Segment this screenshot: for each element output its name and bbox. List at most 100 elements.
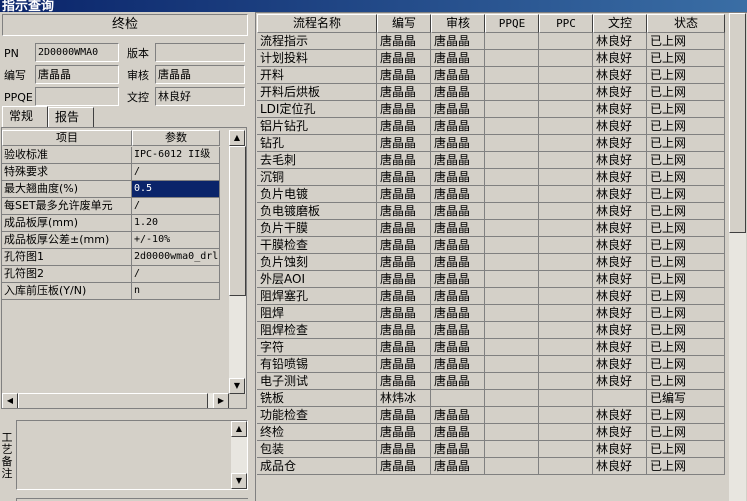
cell-ppqe <box>485 271 539 288</box>
table-row[interactable]: 负电镀磨板 唐晶晶 唐晶晶 林良好 已上网 <box>257 203 725 220</box>
header-status[interactable]: 状态 <box>647 14 725 33</box>
review-label: 审核 <box>127 69 149 82</box>
cell-status: 已上网 <box>647 339 725 356</box>
parameter-item: 成品板厚(mm) <box>2 215 132 232</box>
process-remark-box[interactable]: ▲ ▼ <box>16 420 248 490</box>
cell-status: 已上网 <box>647 356 725 373</box>
grid-horizontal-scrollbar[interactable]: ◀ ▶ <box>2 393 229 408</box>
parameter-value[interactable]: / <box>132 164 220 181</box>
cell-ppc <box>539 305 593 322</box>
table-vertical-scrollbar[interactable] <box>729 13 746 501</box>
cell-ppc <box>539 356 593 373</box>
table-row[interactable]: 外层AOI 唐晶晶 唐晶晶 林良好 已上网 <box>257 271 725 288</box>
table-row[interactable]: 开料后烘板 唐晶晶 唐晶晶 林良好 已上网 <box>257 84 725 101</box>
header-reviewer[interactable]: 审核 <box>431 14 485 33</box>
table-row[interactable]: 电子测试 唐晶晶 唐晶晶 林良好 已上网 <box>257 373 725 390</box>
table-row[interactable]: 阻焊检查 唐晶晶 唐晶晶 林良好 已上网 <box>257 322 725 339</box>
grid-vertical-scrollbar[interactable]: ▲ ▼ <box>229 130 246 394</box>
scroll-up-icon[interactable]: ▲ <box>229 130 245 146</box>
scroll-thumb[interactable] <box>229 146 246 296</box>
cell-ppqe <box>485 152 539 169</box>
doc-control-field[interactable]: 林良好 <box>155 87 245 106</box>
cell-ppqe <box>485 118 539 135</box>
tab-general[interactable]: 常规 <box>2 106 48 127</box>
cell-reviewer: 唐晶晶 <box>431 339 485 356</box>
version-field[interactable] <box>155 43 245 62</box>
author-field[interactable]: 唐晶晶 <box>35 65 119 84</box>
left-panel: 终检 PN 2D0000WMA0 版本 编写 唐晶晶 审核 唐晶晶 PPQE 文… <box>0 12 250 501</box>
parameter-row[interactable]: 孔符图2/ <box>2 266 220 283</box>
parameter-item: 验收标准 <box>2 147 132 164</box>
parameter-value[interactable]: / <box>132 198 220 215</box>
parameter-row[interactable]: 入库前压板(Y/N) n <box>2 283 220 300</box>
table-row[interactable]: 铣板 林炜冰 已编写 <box>257 390 725 407</box>
hscroll-thumb[interactable] <box>18 393 208 408</box>
remark-scroll-up-icon[interactable]: ▲ <box>231 421 247 437</box>
parameter-value[interactable]: 2d0000wma0_drl <box>132 249 220 266</box>
table-row[interactable]: 铝片钻孔 唐晶晶 唐晶晶 林良好 已上网 <box>257 118 725 135</box>
header-ppqe[interactable]: PPQE <box>485 14 539 33</box>
pn-field[interactable]: 2D0000WMA0 <box>35 43 119 62</box>
table-row[interactable]: 开料 唐晶晶 唐晶晶 林良好 已上网 <box>257 67 725 84</box>
parameter-row[interactable]: 成品板厚公差±(mm) +/-10% <box>2 232 220 249</box>
grid-header: 项目 参数 <box>2 130 220 146</box>
table-row[interactable]: 去毛刺 唐晶晶 唐晶晶 林良好 已上网 <box>257 152 725 169</box>
cell-process-name: 成品仓 <box>257 458 377 475</box>
parameter-value[interactable]: 1.20 <box>132 215 220 232</box>
table-row[interactable]: 功能检查 唐晶晶 唐晶晶 林良好 已上网 <box>257 407 725 424</box>
ppqe-field[interactable] <box>35 87 119 106</box>
scroll-right-icon[interactable]: ▶ <box>213 393 229 408</box>
remark-scroll-down-icon[interactable]: ▼ <box>231 473 247 489</box>
table-row[interactable]: 有铅喷锡 唐晶晶 唐晶晶 林良好 已上网 <box>257 356 725 373</box>
header-value[interactable]: 参数 <box>132 130 220 146</box>
parameter-value[interactable]: IPC-6012 II级 <box>132 147 220 164</box>
tab-report[interactable]: 报告 <box>48 107 94 127</box>
table-row[interactable]: 干膜检查 唐晶晶 唐晶晶 林良好 已上网 <box>257 237 725 254</box>
cell-ppc <box>539 203 593 220</box>
table-row[interactable]: 负片干膜 唐晶晶 唐晶晶 林良好 已上网 <box>257 220 725 237</box>
table-row[interactable]: 终检 唐晶晶 唐晶晶 林良好 已上网 <box>257 424 725 441</box>
table-row[interactable]: 负片蚀刻 唐晶晶 唐晶晶 林良好 已上网 <box>257 254 725 271</box>
header-item[interactable]: 项目 <box>2 130 132 146</box>
parameter-value[interactable]: / <box>132 266 220 283</box>
table-row[interactable]: 包装 唐晶晶 唐晶晶 林良好 已上网 <box>257 441 725 458</box>
cell-doc-control: 林良好 <box>593 305 647 322</box>
scroll-down-icon[interactable]: ▼ <box>229 378 245 394</box>
table-row[interactable]: 沉铜 唐晶晶 唐晶晶 林良好 已上网 <box>257 169 725 186</box>
parameter-row[interactable]: 成品板厚(mm) 1.20 <box>2 215 220 232</box>
header-ppc[interactable]: PPC <box>539 14 593 33</box>
table-row[interactable]: 流程指示 唐晶晶 唐晶晶 林良好 已上网 <box>257 33 725 50</box>
cell-ppqe <box>485 237 539 254</box>
parameter-row[interactable]: 最大翘曲度(%) 0.5 <box>2 181 220 198</box>
table-row[interactable]: 阻焊 唐晶晶 唐晶晶 林良好 已上网 <box>257 305 725 322</box>
table-row[interactable]: 字符 唐晶晶 唐晶晶 林良好 已上网 <box>257 339 725 356</box>
cell-doc-control: 林良好 <box>593 237 647 254</box>
header-process-name[interactable]: 流程名称 <box>257 14 377 33</box>
parameter-value[interactable]: n <box>132 283 220 300</box>
table-row[interactable]: 计划投料 唐晶晶 唐晶晶 林良好 已上网 <box>257 50 725 67</box>
table-row[interactable]: LDI定位孔 唐晶晶 唐晶晶 林良好 已上网 <box>257 101 725 118</box>
table-row[interactable]: 钻孔 唐晶晶 唐晶晶 林良好 已上网 <box>257 135 725 152</box>
cell-author: 唐晶晶 <box>377 152 431 169</box>
scroll-left-icon[interactable]: ◀ <box>2 393 18 408</box>
header-doc-control[interactable]: 文控 <box>593 14 647 33</box>
table-row[interactable]: 成品仓 唐晶晶 唐晶晶 林良好 已上网 <box>257 458 725 475</box>
parameter-value[interactable]: +/-10% <box>132 232 220 249</box>
table-row[interactable]: 阻焊塞孔 唐晶晶 唐晶晶 林良好 已上网 <box>257 288 725 305</box>
parameter-row[interactable]: 特殊要求 / <box>2 164 220 181</box>
table-scroll-thumb[interactable] <box>729 13 746 233</box>
cell-doc-control: 林良好 <box>593 50 647 67</box>
parameter-row[interactable]: 孔符图1 2d0000wma0_drl <box>2 249 220 266</box>
header-author[interactable]: 编写 <box>377 14 431 33</box>
cell-process-name: 外层AOI <box>257 271 377 288</box>
cell-status: 已上网 <box>647 152 725 169</box>
cell-status: 已上网 <box>647 186 725 203</box>
review-field[interactable]: 唐晶晶 <box>155 65 245 84</box>
parameter-row[interactable]: 验收标准 IPC-6012 II级 <box>2 147 220 164</box>
cell-status: 已上网 <box>647 305 725 322</box>
remark-scrollbar[interactable]: ▲ ▼ <box>231 421 247 489</box>
cell-ppc <box>539 441 593 458</box>
parameter-value[interactable]: 0.5 <box>132 181 220 198</box>
parameter-row[interactable]: 每SET最多允许废单元 / <box>2 198 220 215</box>
table-row[interactable]: 负片电镀 唐晶晶 唐晶晶 林良好 已上网 <box>257 186 725 203</box>
